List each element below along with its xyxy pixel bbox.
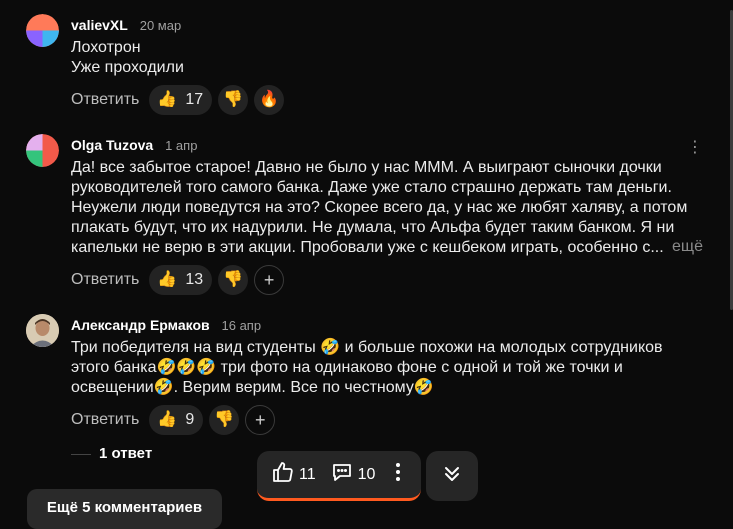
comment-actions: Ответить 👍 17 👎 🔥 — [71, 85, 290, 115]
plus-icon: + — [263, 269, 275, 290]
fire-reaction-button[interactable]: 🔥 — [254, 85, 285, 115]
comment-line: Уже проходили — [71, 59, 184, 76]
comment-icon — [330, 460, 354, 489]
like-article-button[interactable]: 11 — [271, 460, 316, 489]
add-reaction-button[interactable]: + — [245, 405, 276, 435]
double-chevron-down-icon — [441, 463, 463, 490]
comment-text: Да! все забытое старое! Давно не было у … — [71, 158, 711, 258]
like-count: 13 — [185, 271, 204, 288]
author-name[interactable]: valievXL — [71, 17, 128, 33]
comment-line: этого банка🤣🤣🤣 три фото на одинаково фон… — [71, 359, 623, 376]
scroll-down-button[interactable] — [426, 451, 478, 501]
plus-icon: + — [254, 409, 266, 430]
dislike-button[interactable]: 👎 — [218, 265, 249, 295]
comments-count: 10 — [357, 465, 376, 483]
avatar[interactable] — [26, 314, 59, 347]
more-comments-button[interactable]: Ещё 5 комментариев — [27, 489, 222, 529]
like-button[interactable]: 👍 17 — [149, 85, 213, 115]
comment-line: Лохотрон — [71, 39, 141, 56]
thumbs-up-icon: 👍 — [157, 271, 178, 288]
thumbs-up-icon: 👍 — [157, 411, 178, 428]
avatar[interactable] — [26, 14, 59, 47]
reply-button[interactable]: Ответить — [71, 91, 139, 109]
kebab-icon — [393, 463, 403, 487]
like-button[interactable]: 👍 9 — [149, 405, 204, 435]
thumbs-down-icon: 👎 — [223, 271, 244, 288]
comment-date: 20 мар — [139, 18, 182, 33]
comment-meta: Olga Tuzova 1 апр — [71, 137, 197, 153]
dislike-button[interactable]: 👎 — [218, 85, 249, 115]
comment-actions: Ответить 👍 13 👎 + — [71, 265, 285, 295]
more-options-button[interactable] — [393, 461, 403, 488]
likes-count: 11 — [299, 465, 316, 483]
replies-divider — [71, 454, 91, 455]
comment-text: Лохотрон Уже проходили — [71, 38, 711, 78]
reply-button[interactable]: Ответить — [71, 271, 139, 289]
comment-date: 16 апр — [221, 318, 262, 333]
comment-line: капельки не верю в эти акции. Пробовали … — [71, 239, 664, 256]
comment-text: Три победителя на вид студенты 🤣 и больш… — [71, 338, 711, 398]
comment-line: Три победителя на вид студенты 🤣 и больш… — [71, 339, 663, 356]
comment-line: плакать будут, что их надурили. Не думал… — [71, 219, 675, 236]
like-button[interactable]: 👍 13 — [149, 265, 213, 295]
like-count: 17 — [185, 91, 204, 108]
comments-button[interactable]: 10 — [330, 460, 376, 489]
author-name[interactable]: Александр Ермаков — [71, 317, 210, 333]
expand-link[interactable]: ещё — [672, 238, 703, 256]
comment-line: Да! все забытое старое! Давно не было у … — [71, 159, 662, 176]
comment-line: освещении🤣. Верим верим. Все по честному… — [71, 379, 434, 396]
comment-actions: Ответить 👍 9 👎 + — [71, 405, 276, 435]
like-count: 9 — [185, 411, 195, 428]
comment-date: 1 апр — [165, 138, 198, 153]
comment-meta: valievXL 20 мар — [71, 17, 181, 33]
fire-icon: 🔥 — [259, 91, 280, 108]
comment-line: руководителей того самого банка. Даже уж… — [71, 179, 672, 196]
dislike-button[interactable]: 👎 — [209, 405, 240, 435]
avatar[interactable] — [26, 134, 59, 167]
comment-meta: Александр Ермаков 16 апр — [71, 317, 261, 333]
comment-line: Неужели люди поведутся на это? Скорее вс… — [71, 199, 688, 216]
show-replies-link[interactable]: 1 ответ — [99, 445, 152, 462]
thumbs-down-icon: 👎 — [214, 411, 235, 428]
thumbs-down-icon: 👎 — [223, 91, 244, 108]
thumbs-up-icon — [271, 460, 295, 489]
add-reaction-button[interactable]: + — [254, 265, 285, 295]
kebab-icon[interactable]: ⋮ — [687, 137, 703, 157]
reply-button[interactable]: Ответить — [71, 411, 139, 429]
author-name[interactable]: Olga Tuzova — [71, 137, 153, 153]
floating-action-bar: 11 10 — [257, 451, 421, 501]
thumbs-up-icon: 👍 — [157, 91, 178, 108]
